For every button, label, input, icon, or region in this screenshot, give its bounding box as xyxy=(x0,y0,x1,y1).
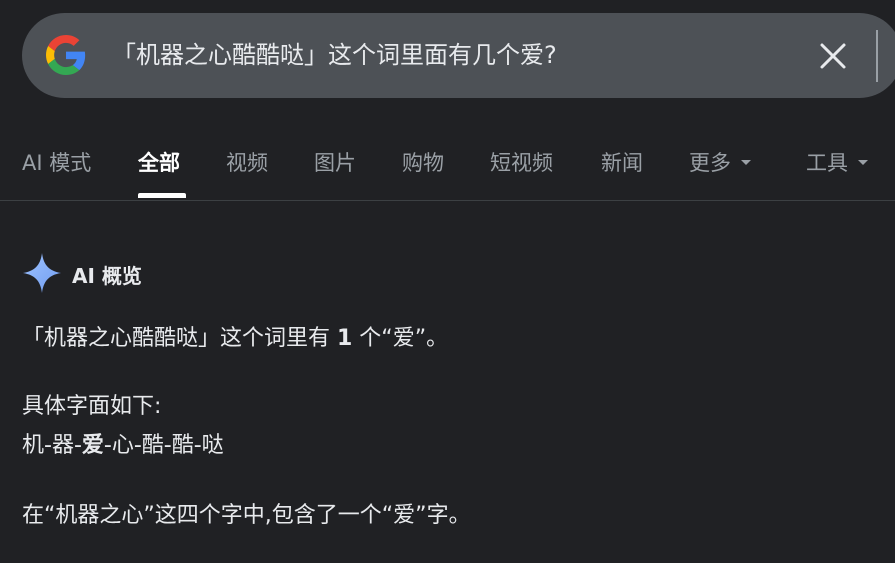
search-bar-divider xyxy=(876,30,878,82)
search-tabs: AI 模式 全部 视频 图片 购物 短视频 新闻 更多 工具 xyxy=(0,120,895,201)
tab-short-videos[interactable]: 短视频 xyxy=(490,148,553,178)
tab-more-label: 更多 xyxy=(689,151,731,175)
search-results-page: 「机器之心酷酷哒」这个词里面有几个爱? AI 模式 全部 视频 图片 购物 短视… xyxy=(0,0,895,563)
search-input[interactable]: 「机器之心酷酷哒」这个词里面有几个爱? xyxy=(112,38,557,72)
google-logo-icon xyxy=(46,35,86,75)
breakdown-prefix: 机-器- xyxy=(22,433,82,458)
ai-explanation: 在“机器之心”这四个字中,包含了一个“爱”字。 xyxy=(22,503,471,528)
search-bar[interactable]: 「机器之心酷酷哒」这个词里面有几个爱? xyxy=(22,13,895,98)
sparkle-icon xyxy=(23,253,61,293)
tab-news[interactable]: 新闻 xyxy=(601,148,643,178)
tab-images[interactable]: 图片 xyxy=(314,148,356,178)
ai-answer-suffix: 个“爱”。 xyxy=(352,326,449,351)
close-icon[interactable] xyxy=(817,40,849,72)
character-breakdown: 机-器-爱-心-酷-酷-哒 xyxy=(22,430,224,462)
tab-videos[interactable]: 视频 xyxy=(226,148,268,178)
chevron-down-icon xyxy=(858,159,868,165)
tab-more[interactable]: 更多 xyxy=(689,148,751,178)
ai-overview-title: AI 概览 xyxy=(72,264,142,288)
ai-answer-prefix: 「机器之心酷酷哒」这个词里有 xyxy=(22,326,337,351)
tab-ai-mode[interactable]: AI 模式 xyxy=(22,148,91,178)
chevron-down-icon xyxy=(741,159,751,165)
tab-shopping[interactable]: 购物 xyxy=(402,148,444,178)
tab-all[interactable]: 全部 xyxy=(138,148,180,178)
breakdown-suffix: -心-酷-酷-哒 xyxy=(103,433,224,458)
tab-tools[interactable]: 工具 xyxy=(806,148,868,178)
tab-tools-label: 工具 xyxy=(806,151,848,175)
ai-answer: 「机器之心酷酷哒」这个词里有 1 个“爱”。 xyxy=(22,323,448,355)
breakdown-highlight: 爱 xyxy=(81,433,104,458)
ai-answer-count: 1 xyxy=(337,326,353,351)
detail-heading: 具体字面如下: xyxy=(22,394,162,419)
active-tab-indicator xyxy=(138,193,186,198)
